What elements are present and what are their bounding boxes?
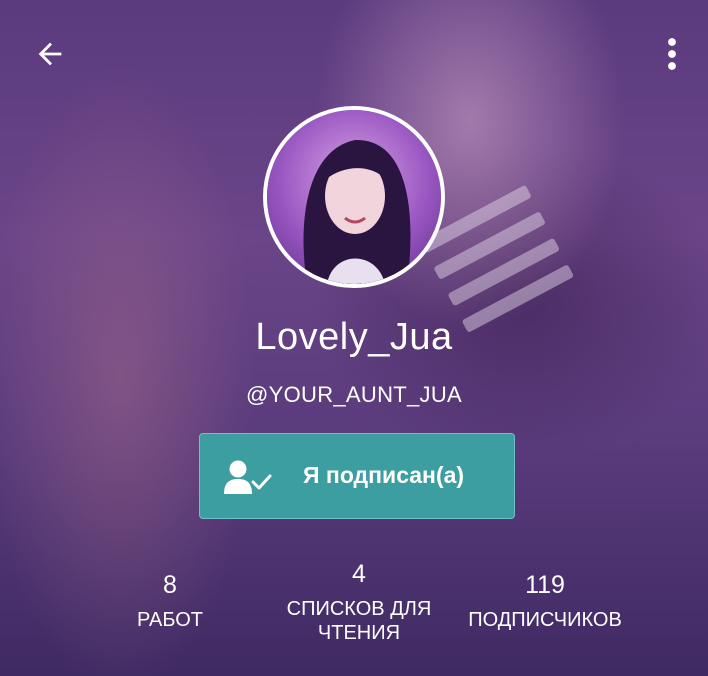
more-menu-button[interactable] xyxy=(652,34,692,74)
stat-followers-label: ПОДПИСЧИКОВ xyxy=(468,609,622,631)
following-button[interactable]: Я подписан(а) xyxy=(199,433,515,519)
stat-reading-lists-value: 4 xyxy=(352,560,366,588)
user-check-icon xyxy=(222,458,276,503)
stat-followers[interactable]: 119 ПОДПИСЧИКОВ xyxy=(450,571,640,632)
more-vertical-icon xyxy=(668,38,676,70)
stat-followers-value: 119 xyxy=(525,571,565,599)
avatar[interactable] xyxy=(263,106,445,288)
profile-handle: @YOUR_AUNT_JUA xyxy=(245,382,462,407)
stat-reading-lists[interactable]: 4 СПИСКОВ ДЛЯ ЧТЕНИЯ xyxy=(264,560,454,645)
avatar-image xyxy=(267,110,441,284)
back-button[interactable] xyxy=(30,34,70,74)
stat-works-value: 8 xyxy=(163,571,177,599)
stat-works[interactable]: 8 РАБОТ xyxy=(100,571,240,632)
stat-works-label: РАБОТ xyxy=(136,609,203,631)
profile-display-name: Lovely_Jua xyxy=(255,316,453,358)
following-button-label: Я подписан(а) xyxy=(303,462,465,488)
arrow-left-icon xyxy=(38,42,62,66)
stat-reading-lists-label: СПИСКОВ ДЛЯ ЧТЕНИЯ xyxy=(286,598,432,644)
